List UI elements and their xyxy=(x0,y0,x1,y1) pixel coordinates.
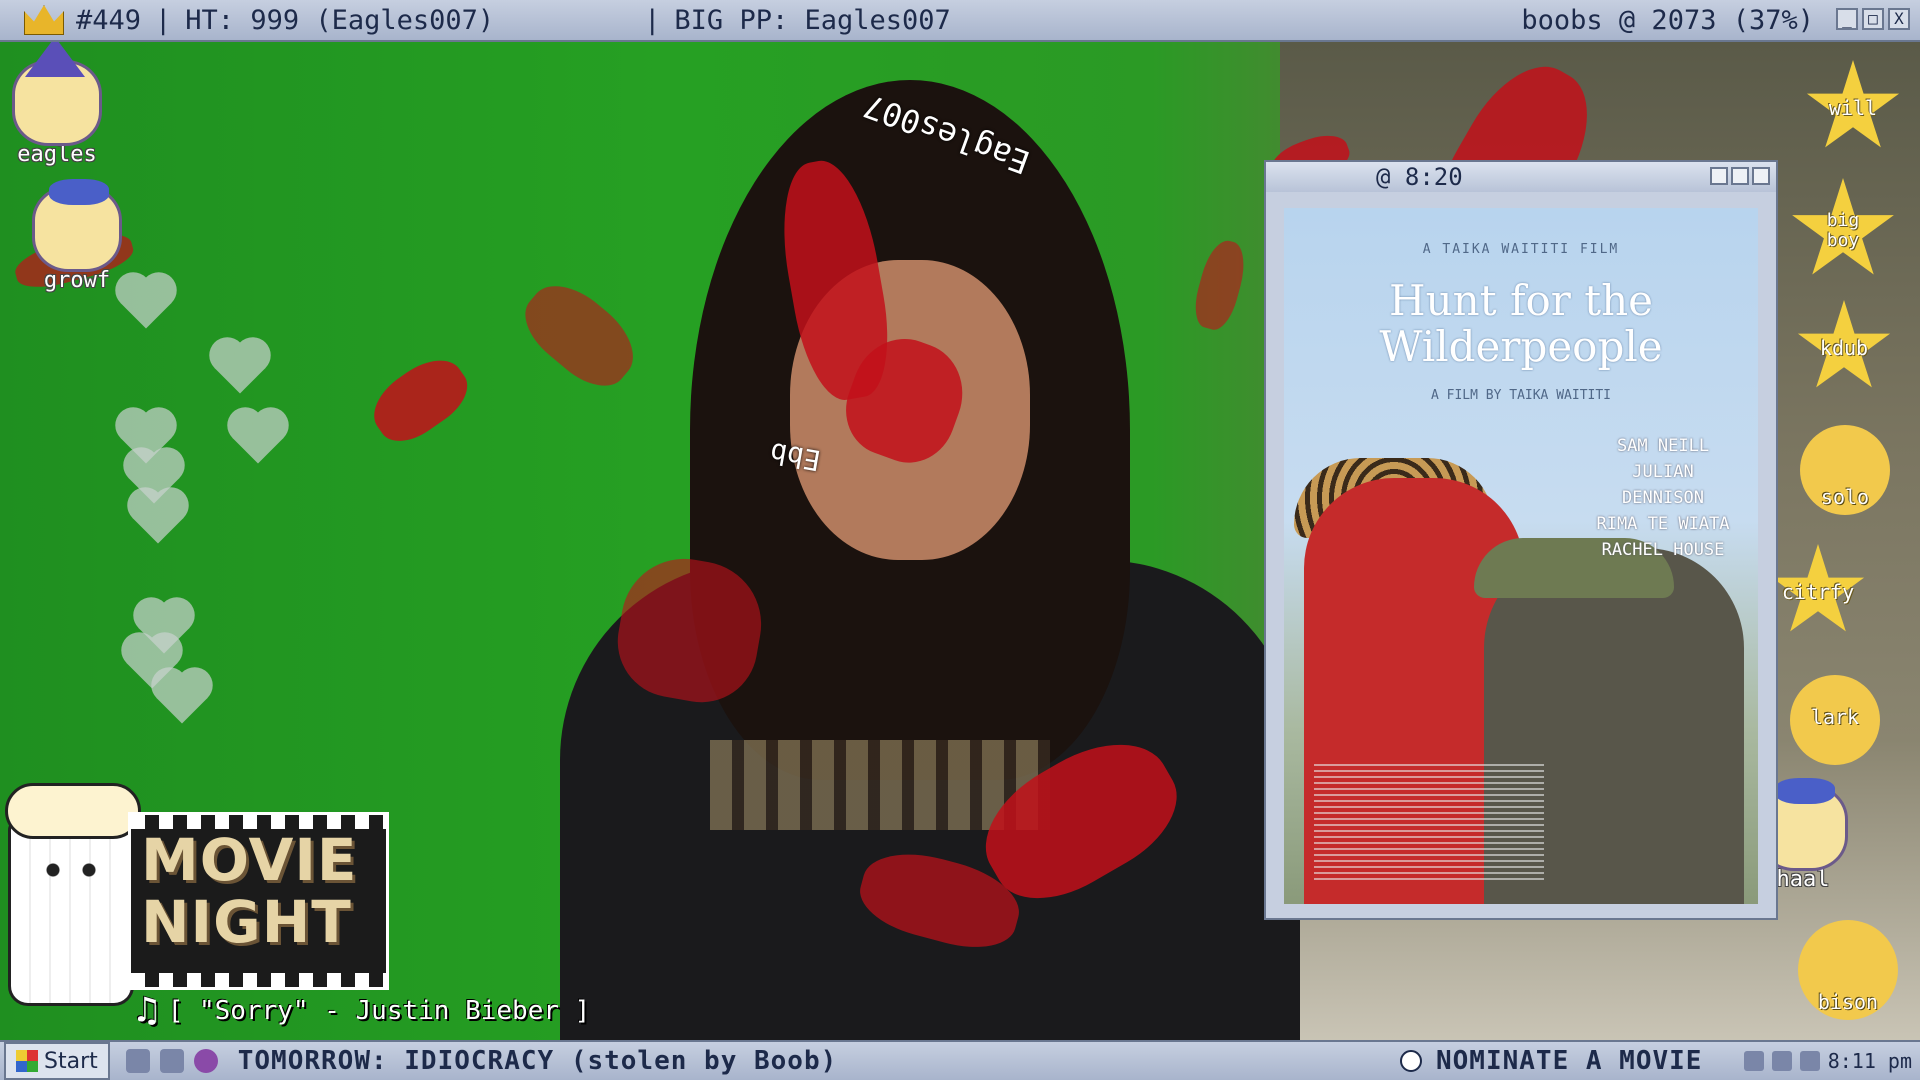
close-icon[interactable]: X xyxy=(1888,8,1910,30)
badge-bison: bison xyxy=(1798,920,1898,1020)
sleepy-cat-icon xyxy=(32,179,122,272)
clock-time: 8:11 pm xyxy=(1827,1049,1912,1073)
cast-name: RIMA TE WIATA xyxy=(1596,514,1730,534)
network-icon[interactable] xyxy=(1743,1051,1764,1071)
heart-icon xyxy=(214,342,266,394)
poster-title-line2: Wilderpeople xyxy=(1379,322,1663,371)
cast-name: RACHEL HOUSE xyxy=(1601,540,1725,560)
maximize-icon[interactable] xyxy=(1731,167,1749,185)
poster-billing-block xyxy=(1314,764,1544,884)
heart-icon xyxy=(132,492,184,544)
volume-icon[interactable] xyxy=(1771,1051,1792,1071)
start-button[interactable]: Start xyxy=(4,1042,110,1080)
crown-icon xyxy=(24,5,64,35)
bullet-icon xyxy=(1400,1050,1422,1072)
heart-icon xyxy=(232,412,284,464)
badge-label: kdub xyxy=(1819,336,1869,360)
cast-name: SAM NEILL xyxy=(1616,436,1710,456)
hype-train: HT: 999 (Eagles007) xyxy=(185,4,495,36)
movie-poster: A TAIKA WAITITI FILM Hunt for the Wilder… xyxy=(1284,208,1758,904)
minimize-icon[interactable] xyxy=(1710,167,1728,185)
system-tray: 8:11 pm xyxy=(1743,1049,1912,1073)
divider: | xyxy=(155,4,172,36)
badge-lark: lark xyxy=(1790,675,1880,765)
clapperboard: MOVIE NIGHT xyxy=(128,812,389,990)
avatar-eagles: eagles xyxy=(2,37,112,170)
badge-kdub: kdub xyxy=(1796,300,1892,396)
badge-label: citrfy xyxy=(1781,580,1855,604)
badge-label: big boy xyxy=(1826,210,1860,251)
poster-cast: SAM NEILL JULIAN DENNISON RIMA TE WIATA … xyxy=(1588,433,1738,563)
goal-status: boobs @ 2073 (37%) xyxy=(1521,4,1814,36)
wizard-cat-icon xyxy=(12,37,102,146)
poster-window-time: @ 8:20 xyxy=(1376,163,1463,191)
start-label: Start xyxy=(44,1048,98,1074)
clapper-stripes xyxy=(131,973,386,987)
badge-label: solo xyxy=(1820,485,1870,509)
popcorn-mascot-icon xyxy=(5,783,141,1006)
poster-director: A FILM BY TAIKA WAITITI xyxy=(1430,388,1611,403)
badge-citrfy: citrfy xyxy=(1770,544,1866,640)
ticker-text: TOMORROW: IDIOCRACY (stolen by Boob) xyxy=(237,1046,838,1076)
nominate-label: NOMINATE A MOVIE xyxy=(1436,1046,1703,1076)
battery-icon[interactable] xyxy=(1799,1051,1820,1071)
now-playing-text: [ "Sorry" - Justin Bieber ] xyxy=(167,995,591,1026)
desktop-icon[interactable] xyxy=(159,1049,184,1073)
stream-scene: Eagles007 Ebb eagles growf will big boy … xyxy=(0,0,1920,1080)
poster-window-titlebar[interactable]: @ 8:20 xyxy=(1266,162,1776,192)
top-status-bar: #449 | HT: 999 (Eagles007) | BIG PP: Eag… xyxy=(0,0,1920,42)
nominate-movie[interactable]: NOMINATE A MOVIE xyxy=(1400,1046,1702,1076)
divider: | xyxy=(644,4,661,36)
lobster-icon xyxy=(361,346,479,454)
badge-solo: solo xyxy=(1800,425,1890,515)
maximize-icon[interactable]: □ xyxy=(1862,8,1884,30)
poster-window-controls xyxy=(1710,167,1770,185)
movie-night-line2: NIGHT xyxy=(141,888,352,956)
badge-will: will xyxy=(1805,60,1901,156)
badge-label: will xyxy=(1828,96,1878,120)
taskbar: Start TOMORROW: IDIOCRACY (stolen by Boo… xyxy=(0,1040,1920,1080)
window-controls: _ □ X xyxy=(1836,8,1910,30)
minimize-icon[interactable]: _ xyxy=(1836,8,1858,30)
heart-icon xyxy=(156,672,208,724)
poster-title: Hunt for the Wilderpeople xyxy=(1284,278,1758,370)
browser-icon[interactable] xyxy=(193,1049,218,1073)
movie-night-line1: MOVIE xyxy=(141,826,358,894)
badge-label: bison xyxy=(1817,990,1879,1014)
start-logo-icon xyxy=(16,1050,38,1072)
now-playing: ♫ [ "Sorry" - Justin Bieber ] xyxy=(136,990,590,1031)
rank: #449 xyxy=(76,4,142,36)
big-pp: BIG PP: Eagles007 xyxy=(674,4,951,36)
poster-title-line1: Hunt for the xyxy=(1389,276,1653,325)
quick-launch xyxy=(125,1049,218,1073)
poster-window[interactable]: @ 8:20 A TAIKA WAITITI FILM Hunt for the… xyxy=(1264,160,1778,920)
badge-big-boy: big boy xyxy=(1790,178,1896,284)
badge-label: lark xyxy=(1810,705,1860,729)
avatar-growf: growf xyxy=(22,179,132,296)
cast-name: JULIAN DENNISON xyxy=(1622,462,1704,508)
movie-night-logo: MOVIE NIGHT xyxy=(5,783,389,1020)
mail-icon[interactable] xyxy=(125,1049,150,1073)
poster-top-credits: A TAIKA WAITITI FILM xyxy=(1422,242,1620,257)
music-note-icon: ♫ xyxy=(136,990,158,1031)
close-icon[interactable] xyxy=(1752,167,1770,185)
